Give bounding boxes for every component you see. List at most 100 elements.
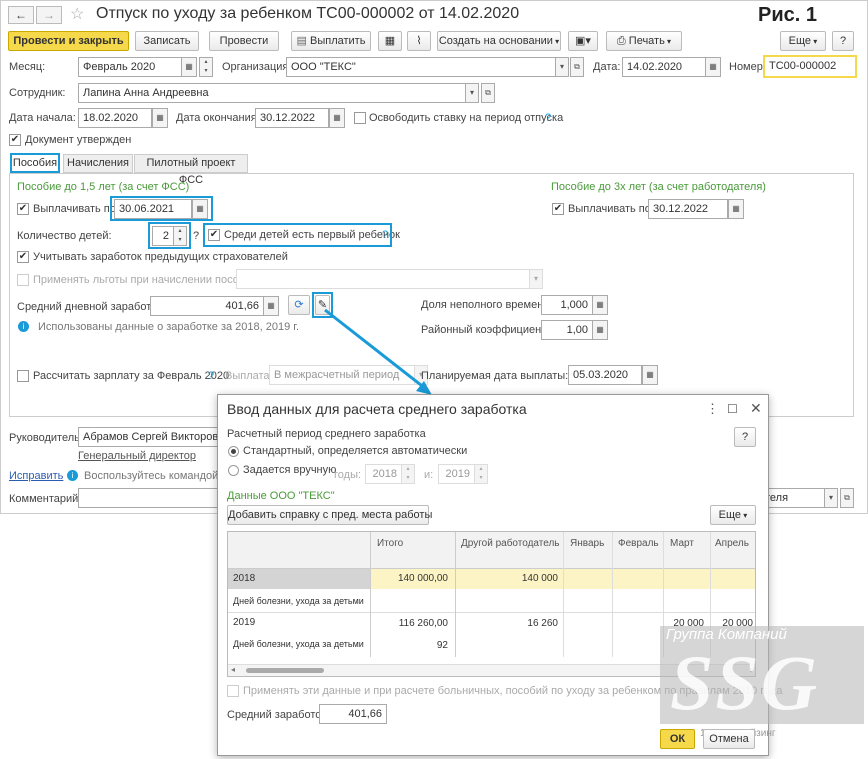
number-field[interactable]: ТС00-000002 <box>763 55 857 78</box>
cancel-button[interactable]: Отмена <box>703 729 755 749</box>
dialog-menu-icon[interactable]: ⋮ <box>706 401 719 417</box>
col-feb: Февраль <box>618 538 659 549</box>
comment-field[interactable] <box>78 488 218 508</box>
row-year: 2018 <box>233 573 256 584</box>
end-date-field[interactable]: 30.12.2022 <box>255 108 329 128</box>
start-date-field[interactable]: 18.02.2020 <box>78 108 152 128</box>
save-button[interactable]: Записать <box>135 31 199 51</box>
star-icon[interactable]: ☆ <box>70 4 84 24</box>
print-button[interactable]: ⎙ Печать ▾ <box>606 31 682 51</box>
approved-checkbox[interactable]: ✔ <box>9 134 21 146</box>
year-from-stepper[interactable]: ▴ ▾ <box>401 464 415 484</box>
planned-date-calendar-button[interactable]: ▦ <box>642 365 658 385</box>
calc-salary-help-icon[interactable]: ? <box>208 369 214 383</box>
month-stepper[interactable]: ▴ ▾ <box>199 57 213 77</box>
dialog-more-button[interactable]: Еще ▾ <box>710 505 756 525</box>
scroll-left-icon[interactable]: ◂ <box>231 665 235 674</box>
prev-employers-checkbox[interactable]: ✔ <box>17 251 29 263</box>
avg-daily-field[interactable]: 401,66 <box>150 296 264 316</box>
avg-daily-calc-button[interactable]: ▦ <box>263 296 279 316</box>
org-open-button[interactable]: ⧉ <box>570 57 584 77</box>
figure-label: Рис. 1 <box>758 4 817 26</box>
row-divider <box>228 612 755 613</box>
responsible-open-button[interactable]: ⧉ <box>840 488 854 508</box>
calendar-icon: ▦ <box>646 370 654 379</box>
employee-open-button[interactable]: ⧉ <box>481 83 495 103</box>
fix-link[interactable]: Исправить <box>9 469 63 483</box>
info-icon: i <box>18 321 29 332</box>
manager-label: Руководитель: <box>9 432 83 444</box>
manager-field[interactable]: Абрамов Сергей Викторович <box>78 427 218 447</box>
and-label: и: <box>424 469 434 481</box>
tab-fss-pilot[interactable]: Пилотный проект ФСС <box>134 154 248 186</box>
employee-dropdown[interactable]: ▾ <box>465 83 479 103</box>
calc-salary-checkbox[interactable] <box>17 370 29 382</box>
avg-earnings-field[interactable]: 401,66 <box>319 704 387 724</box>
more-button[interactable]: Еще ▾ <box>780 31 826 51</box>
children-help-icon[interactable]: ? <box>193 229 199 243</box>
part-time-field[interactable]: 1,000 <box>541 295 593 315</box>
employee-field[interactable]: Лапина Анна Андреевна <box>78 83 466 103</box>
scroll-thumb[interactable] <box>246 668 324 673</box>
col-apr: Апрель <box>715 538 749 549</box>
planned-date-field[interactable]: 05.03.2020 <box>568 365 642 385</box>
part-time-calc-button[interactable]: ▦ <box>592 295 608 315</box>
year-from-field[interactable]: 2018 <box>365 464 402 484</box>
table-icon-button[interactable]: ▦ <box>378 31 402 51</box>
attach-icon-button[interactable]: ⌇ <box>407 31 431 51</box>
tab-benefits-label: Пособия <box>12 157 58 169</box>
start-calendar-button[interactable]: ▦ <box>152 108 168 128</box>
approved-label: Документ утвержден <box>25 134 132 146</box>
back-button[interactable]: ← <box>8 6 34 24</box>
radio-standard[interactable] <box>228 446 239 457</box>
forward-button[interactable]: → <box>36 6 62 24</box>
privileges-field[interactable] <box>236 269 530 289</box>
pay-until-checkbox[interactable]: ✔ <box>17 203 29 215</box>
dialog-close-icon[interactable]: ✕ <box>750 400 762 417</box>
regional-calc-button[interactable]: ▦ <box>592 320 608 340</box>
pay-until-right-date-field[interactable]: 30.12.2022 <box>648 199 728 219</box>
apply-also-checkbox[interactable] <box>227 685 239 697</box>
year-to-field[interactable]: 2019 <box>438 464 475 484</box>
refresh-button[interactable]: ⟳ <box>288 295 310 315</box>
row-sick-label: Дней болезни, ухода за детьми <box>233 596 364 606</box>
radio-manual[interactable] <box>228 465 239 476</box>
hint-text: Воспользуйтесь командой Ис <box>84 470 235 482</box>
report-icon-button[interactable]: ▣▾ <box>568 31 598 51</box>
calendar-icon: ▦ <box>709 62 717 71</box>
privileges-dropdown[interactable]: ▾ <box>529 269 543 289</box>
highlight-children <box>148 222 191 249</box>
create-basis-button[interactable]: Создать на основании ▾ <box>437 31 561 51</box>
tab-accruals[interactable]: Начисления <box>63 154 133 173</box>
end-calendar-button[interactable]: ▦ <box>329 108 345 128</box>
year-to-stepper[interactable]: ▴ ▾ <box>474 464 488 484</box>
dialog-help-button[interactable]: ? <box>734 427 756 447</box>
help-button[interactable]: ? <box>832 31 854 51</box>
date-calendar-button[interactable]: ▦ <box>705 57 721 77</box>
tab-benefits[interactable]: Пособия <box>10 153 60 173</box>
ok-button[interactable]: ОК <box>660 729 695 749</box>
post-button[interactable]: Провести <box>209 31 279 51</box>
position-link[interactable]: Генеральный директор <box>78 449 196 463</box>
org-dropdown[interactable]: ▾ <box>555 57 569 77</box>
pay-until-right-checkbox[interactable]: ✔ <box>552 203 564 215</box>
responsible-dropdown[interactable]: ▾ <box>824 488 838 508</box>
date-field[interactable]: 14.02.2020 <box>622 57 706 77</box>
free-rate-help-icon[interactable]: ? <box>545 111 551 125</box>
post-and-close-button[interactable]: Провести и закрыть <box>8 31 129 51</box>
open-icon: ⧉ <box>844 493 850 502</box>
free-rate-checkbox[interactable] <box>354 112 366 124</box>
privileges-checkbox[interactable] <box>17 274 29 286</box>
calendar-button[interactable]: ▦ <box>181 57 197 77</box>
row-total: 140 000,00 <box>397 573 448 584</box>
add-reference-button[interactable]: Добавить справку с пред. места работы <box>227 505 432 525</box>
pay-button[interactable]: ▤ Выплатить <box>291 31 371 51</box>
dialog-more-label: Еще <box>718 509 742 521</box>
pay-until-right-calendar-button[interactable]: ▦ <box>728 199 744 219</box>
org-field[interactable]: ООО "ТЕКС" <box>286 57 556 77</box>
dialog-maximize-icon[interactable]: ☐ <box>727 402 738 416</box>
regional-field[interactable]: 1,00 <box>541 320 593 340</box>
month-field[interactable]: Февраль 2020 <box>78 57 182 77</box>
responsible-field[interactable]: теля <box>760 488 825 508</box>
part-time-label: Доля неполного времени: <box>421 299 553 311</box>
